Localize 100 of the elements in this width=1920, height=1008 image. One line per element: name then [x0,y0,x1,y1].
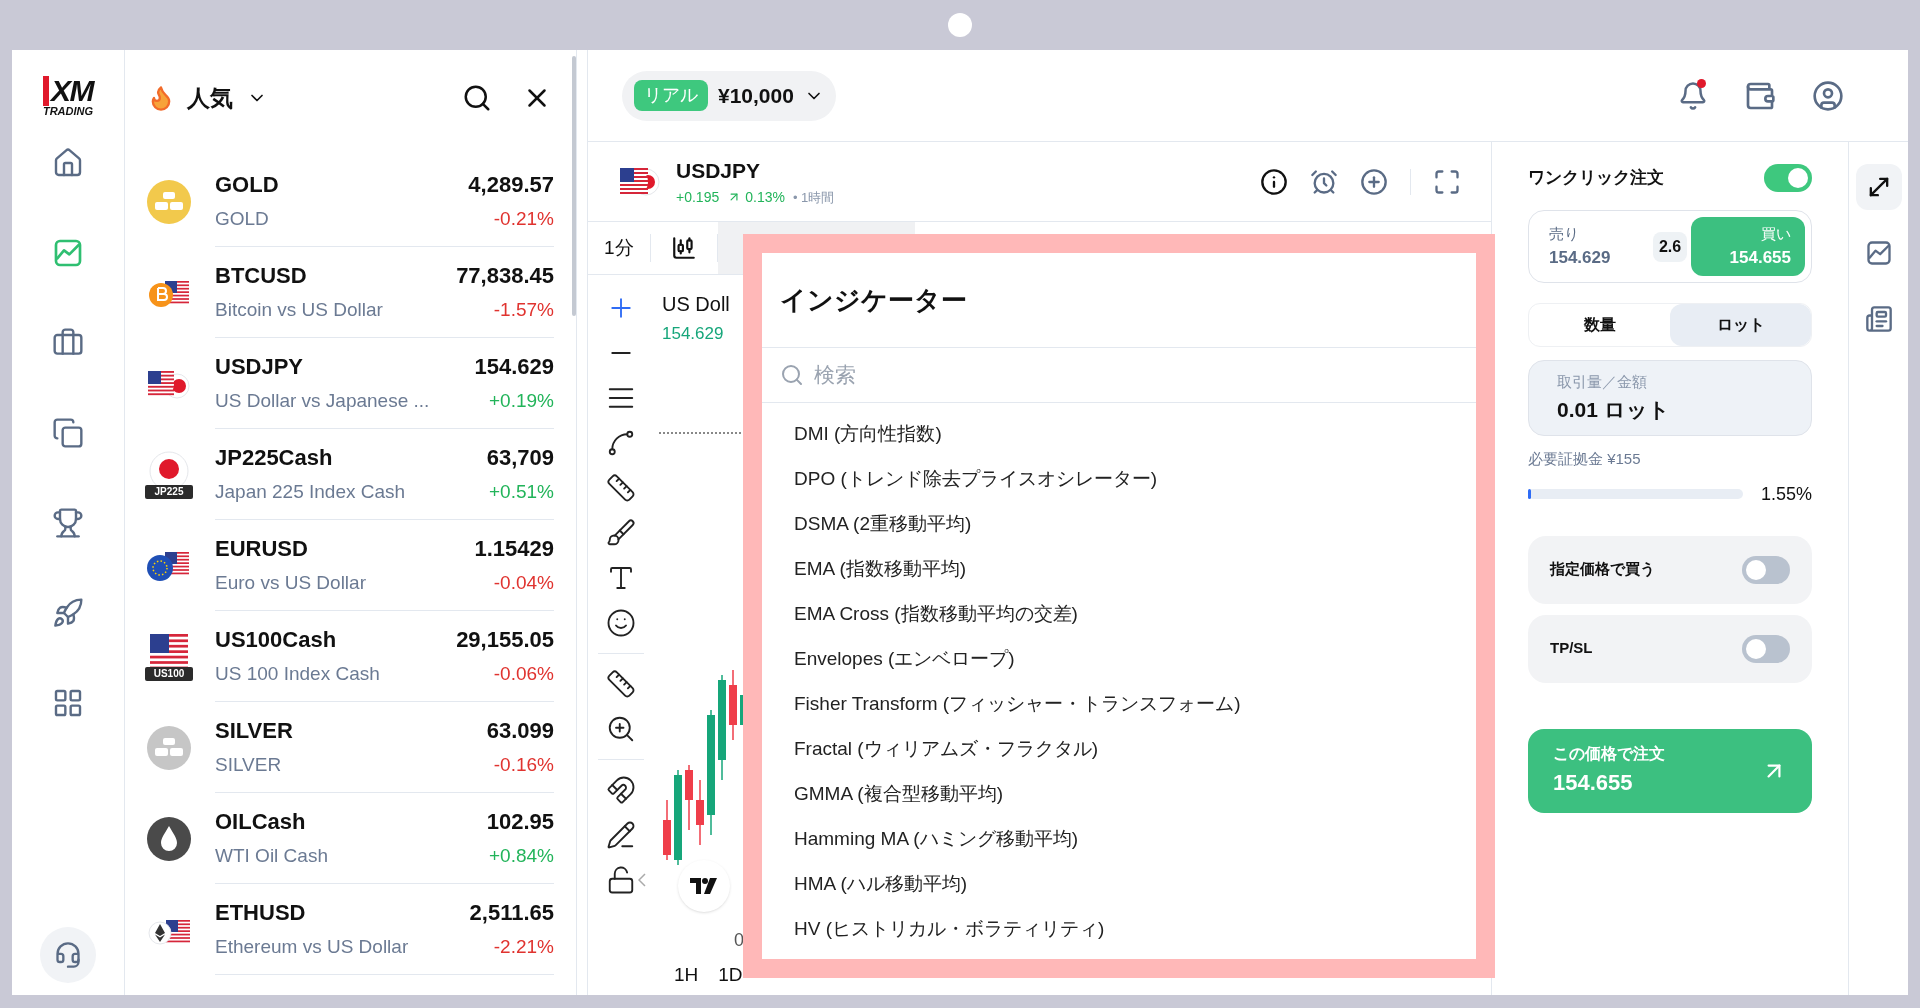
pencil-lock-icon[interactable] [606,820,636,850]
smiley-icon[interactable] [606,608,636,638]
price-label: 2,511.65 [469,899,554,928]
price-label: 77,838.45 [456,262,554,291]
unit-tab[interactable]: ロット [1670,304,1811,346]
indicator-item[interactable]: Hamming MA (ハミング移動平均) [794,816,1444,861]
change-label: +0.84% [489,844,554,869]
watchlist-row[interactable]: USDJPY 154.629 US Dollar vs Japanese ... +0.19% [125,338,576,429]
lock-icon[interactable] [606,865,636,895]
chart-icon[interactable] [1864,239,1893,267]
resize-arrows-button[interactable] [1855,164,1902,210]
change-label: -0.21% [493,207,554,232]
instrument-name: Ethereum vs US Dollar [215,935,409,960]
category-dropdown[interactable]: 人気 [187,80,267,116]
option-toggle[interactable] [1742,634,1790,663]
zoom-in-icon[interactable] [606,714,636,744]
apps-icon[interactable] [52,687,84,719]
brand-logo: XM TRADING [42,76,94,117]
indicator-item[interactable]: DSMA (2重移動平均) [794,501,1444,546]
symbol-label: USDJPY [215,353,304,382]
trophy-icon[interactable] [52,507,84,539]
copy-icon[interactable] [52,417,84,449]
watchlist-row[interactable]: JP225 JP225Cash 63,709 Japan 225 Index Cash +0.51% [125,429,576,520]
candlestick-icon[interactable] [670,235,697,261]
ruler-icon[interactable] [606,669,636,699]
account-selector[interactable]: リアル ¥10,000 [622,70,836,121]
index-badge: JP225 [145,484,193,499]
price-label: 63,709 [486,444,554,473]
info-icon[interactable] [1260,167,1288,196]
instrument-name: SILVER [215,753,282,778]
indicator-item[interactable]: Fisher Transform (フィッシャー・トランスフォーム) [794,681,1444,726]
scrollbar[interactable] [572,56,576,316]
spread-badge: 2.6 [1652,231,1688,262]
news-icon [1864,305,1893,333]
watchlist-row[interactable]: EURUSD 1.15429 Euro vs US Dollar -0.04% [125,520,576,611]
change-label: -0.04% [493,571,554,596]
option-toggle[interactable] [1742,555,1790,584]
indicator-item[interactable]: GMMA (複合型移動平均) [794,771,1444,816]
symbol-label: ETHUSD [215,899,306,928]
chart-price: 154.629 [662,323,724,345]
range-button[interactable]: 1D [718,960,743,989]
watchlist-row[interactable]: ETHUSD 2,511.65 Ethereum vs US Dollar -2.21% [125,884,576,975]
indicator-item[interactable]: EMA (指数移動平均) [794,546,1444,591]
watchlist-row[interactable]: BTCUSD 77,838.45 Bitcoin vs US Dollar -1.57% [125,247,576,338]
search-field[interactable]: 検索 [814,359,1458,391]
interval-button[interactable]: 1分 [588,233,650,263]
margin-reading: 1.55% [1760,482,1812,506]
alarm-icon[interactable] [1310,167,1338,196]
user-icon[interactable] [1812,79,1844,112]
symbol-label: BTCUSD [215,262,307,291]
watchlist-row[interactable]: OILCash 102.95 WTI Oil Cash +0.84% [125,793,576,884]
change-label: -1.57% [493,298,554,323]
sell-button[interactable]: 売り 154.629 [1535,217,1649,276]
support-button[interactable] [40,927,96,983]
account-type-badge: リアル [634,80,708,111]
balance-label: ¥10,000 [718,82,794,109]
indicator-item[interactable]: Envelopes (エンベロープ) [794,636,1444,681]
rocket-icon[interactable] [52,597,84,629]
logo-icon [678,860,730,912]
percent-label: 0.13% [745,187,785,207]
magnet-icon[interactable] [606,775,636,805]
home-icon[interactable] [52,147,84,179]
indicator-item[interactable]: DPO (トレンド除去プライスオシレーター) [794,456,1444,501]
fullscreen-icon[interactable] [1433,167,1461,196]
instrument-name: Japan 225 Index Cash [215,480,406,505]
watchlist-row[interactable]: SILVER 63.099 SILVER -0.16% [125,702,576,793]
option-label: TP/SL [1550,638,1593,659]
instrument-symbol: USDJPY [676,158,762,185]
indicator-item[interactable]: DMI (方向性指数) [794,411,1444,456]
option-label: 指定価格で買う [1550,559,1655,580]
watchlist-row[interactable]: GOLD 4,289.57 GOLD -0.21% [125,156,576,247]
one-click-label: ワンクリック注文 [1528,167,1664,190]
change-label: -0.06% [493,662,554,687]
volume-field[interactable]: 取引量／金額 0.01 ロット [1528,360,1812,436]
search-icon[interactable] [462,83,492,113]
price-label: 154.629 [474,353,554,382]
dialog-title: インジケーター [780,283,967,317]
candle [696,779,704,846]
symbol-label: EURUSD [215,535,308,564]
price-label: 102.95 [486,808,554,837]
indicator-item[interactable]: HV (ヒストリカル・ボラティリティ) [794,906,1444,951]
candle [729,670,737,741]
indicator-item[interactable]: Fractal (ウィリアムズ・フラクタル) [794,726,1444,771]
bell-icon[interactable] [1678,80,1708,111]
brush-icon[interactable] [606,518,636,548]
instrument-name: Euro vs US Dollar [215,571,366,596]
watchlist-row[interactable]: US100 US100Cash 29,155.05 US 100 Index Cash -0.06% [125,611,576,702]
oil-drop-icon [145,814,193,863]
one-click-toggle[interactable] [1764,164,1812,192]
symbol-label: OILCash [215,808,306,837]
range-button[interactable]: 1H [674,960,699,989]
add-icon[interactable] [1360,167,1388,196]
symbol-label: US100Cash [215,626,337,655]
indicator-item[interactable]: EMA Cross (指数移動平均の交差) [794,591,1444,636]
candle [685,764,693,831]
price-label: 29,155.05 [456,626,554,655]
change-label: +0.19% [489,389,554,414]
indicator-item[interactable]: HMA (ハル移動平均) [794,861,1444,906]
change-label: +0.51% [489,480,554,505]
unit-tab[interactable]: 数量 [1529,304,1670,346]
